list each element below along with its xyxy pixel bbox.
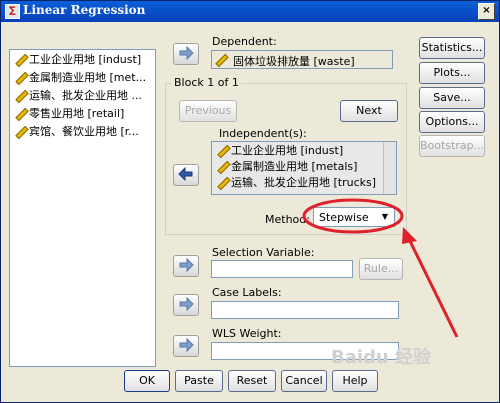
- annotation-ellipse: [302, 198, 404, 234]
- annotation-overlay: [302, 198, 459, 338]
- linear-regression-dialog: ∑ Linear Regression × 工业企业用地 [indust] 金属…: [0, 0, 500, 403]
- annotation-arrow-line: [407, 238, 459, 338]
- watermark: Baidu 经验: [331, 347, 432, 368]
- annotation-arrow-head: [402, 227, 417, 244]
